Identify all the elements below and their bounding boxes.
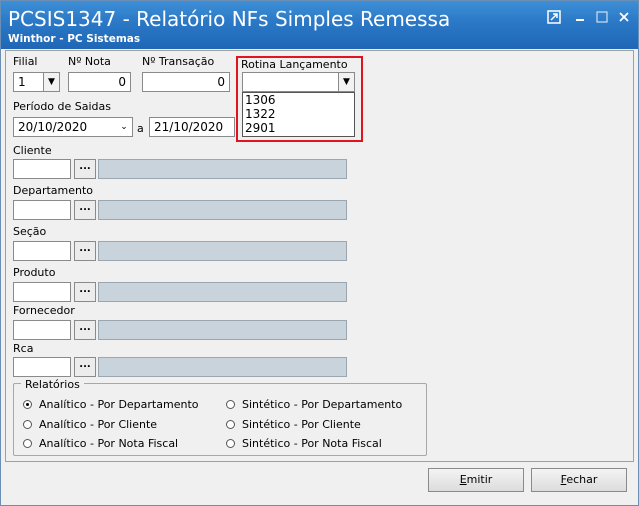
secao-code-input[interactable]: [13, 241, 71, 261]
cliente-label: Cliente: [13, 144, 52, 157]
produto-search-button[interactable]: ...: [74, 282, 96, 302]
radio-icon: [23, 439, 32, 448]
radio-icon: [23, 420, 32, 429]
secao-label: Seção: [13, 225, 47, 238]
window-title: PCSIS1347 - Relatório NFs Simples Remess…: [8, 7, 451, 31]
date-from-picker[interactable]: 20/10/2020 ⌄: [13, 117, 133, 137]
emitir-label: mitir: [466, 473, 493, 486]
secao-search-button[interactable]: ...: [74, 241, 96, 261]
rotina-select[interactable]: ▼: [242, 72, 355, 92]
cliente-description-field: [98, 159, 347, 179]
rca-code-input[interactable]: [13, 357, 71, 377]
transacao-label: Nº Transação: [142, 55, 215, 68]
periodo-separator: a: [137, 122, 144, 135]
pin-icon[interactable]: [546, 10, 562, 26]
fornecedor-search-button[interactable]: ...: [74, 320, 96, 340]
rotina-option[interactable]: 1306: [245, 93, 354, 107]
radio-sintetico-cliente[interactable]: Sintético - Por Cliente: [226, 418, 361, 431]
filial-label: Filial: [13, 55, 38, 68]
radio-icon: [226, 400, 235, 409]
radio-icon: [226, 439, 235, 448]
filial-select[interactable]: 1 ▼: [13, 72, 60, 92]
radio-label: Sintético - Por Nota Fiscal: [242, 437, 382, 450]
radio-sintetico-nota-fiscal[interactable]: Sintético - Por Nota Fiscal: [226, 437, 382, 450]
periodo-label: Período de Saidas: [13, 100, 112, 113]
radio-analitico-cliente[interactable]: Analítico - Por Cliente: [23, 418, 157, 431]
window-subtitle: Winthor - PC Sistemas: [8, 33, 141, 45]
relatorios-legend: Relatórios: [21, 378, 84, 391]
fechar-label: echar: [566, 473, 598, 486]
rotina-option[interactable]: 2901: [245, 121, 354, 135]
emitir-button[interactable]: Emitir: [428, 468, 524, 492]
cliente-search-button[interactable]: ...: [74, 159, 96, 179]
rca-description-field: [98, 357, 347, 377]
chevron-down-icon[interactable]: ▼: [43, 73, 59, 91]
transacao-input[interactable]: 0: [142, 72, 230, 92]
radio-analitico-departamento[interactable]: Analítico - Por Departamento: [23, 398, 198, 411]
radio-icon: [226, 420, 235, 429]
fornecedor-label: Fornecedor: [13, 304, 75, 317]
filial-value: 1: [18, 75, 26, 89]
rotina-option[interactable]: 1322: [245, 107, 354, 121]
departamento-description-field: [98, 200, 347, 220]
cliente-code-input[interactable]: [13, 159, 71, 179]
produto-label: Produto: [13, 266, 56, 279]
radio-label: Analítico - Por Nota Fiscal: [39, 437, 179, 450]
departamento-label: Departamento: [13, 184, 94, 197]
date-from-value: 20/10/2020: [18, 120, 88, 134]
radio-analitico-nota-fiscal[interactable]: Analítico - Por Nota Fiscal: [23, 437, 178, 450]
departamento-code-input[interactable]: [13, 200, 71, 220]
report-window: PCSIS1347 - Relatório NFs Simples Remess…: [0, 0, 639, 506]
produto-code-input[interactable]: [13, 282, 71, 302]
chevron-down-icon[interactable]: ▼: [338, 73, 354, 91]
date-to-picker[interactable]: 21/10/2020: [149, 117, 235, 137]
radio-label: Analítico - Por Cliente: [39, 418, 158, 431]
radio-label: Analítico - Por Departamento: [39, 398, 199, 411]
departamento-search-button[interactable]: ...: [74, 200, 96, 220]
nota-label: Nº Nota: [68, 55, 111, 68]
chevron-down-icon[interactable]: ⌄: [116, 118, 132, 136]
radio-selected-icon: [23, 400, 32, 409]
maximize-icon[interactable]: [594, 10, 610, 26]
radio-label: Sintético - Por Cliente: [242, 418, 361, 431]
minimize-icon[interactable]: [572, 10, 588, 26]
rca-search-button[interactable]: ...: [74, 357, 96, 377]
produto-description-field: [98, 282, 347, 302]
rotina-label: Rotina Lançamento: [241, 58, 348, 71]
secao-description-field: [98, 241, 347, 261]
rotina-dropdown-list: 1306 1322 2901: [242, 92, 355, 137]
fechar-button[interactable]: Fechar: [531, 468, 627, 492]
nota-input[interactable]: 0: [68, 72, 131, 92]
radio-sintetico-departamento[interactable]: Sintético - Por Departamento: [226, 398, 402, 411]
close-icon[interactable]: [616, 10, 632, 26]
date-to-value: 21/10/2020: [154, 120, 224, 134]
emitir-mnemonic: E: [459, 473, 467, 486]
fornecedor-code-input[interactable]: [13, 320, 71, 340]
fornecedor-description-field: [98, 320, 347, 340]
title-bar: PCSIS1347 - Relatório NFs Simples Remess…: [1, 1, 638, 49]
radio-label: Sintético - Por Departamento: [242, 398, 403, 411]
rca-label: Rca: [13, 342, 34, 355]
